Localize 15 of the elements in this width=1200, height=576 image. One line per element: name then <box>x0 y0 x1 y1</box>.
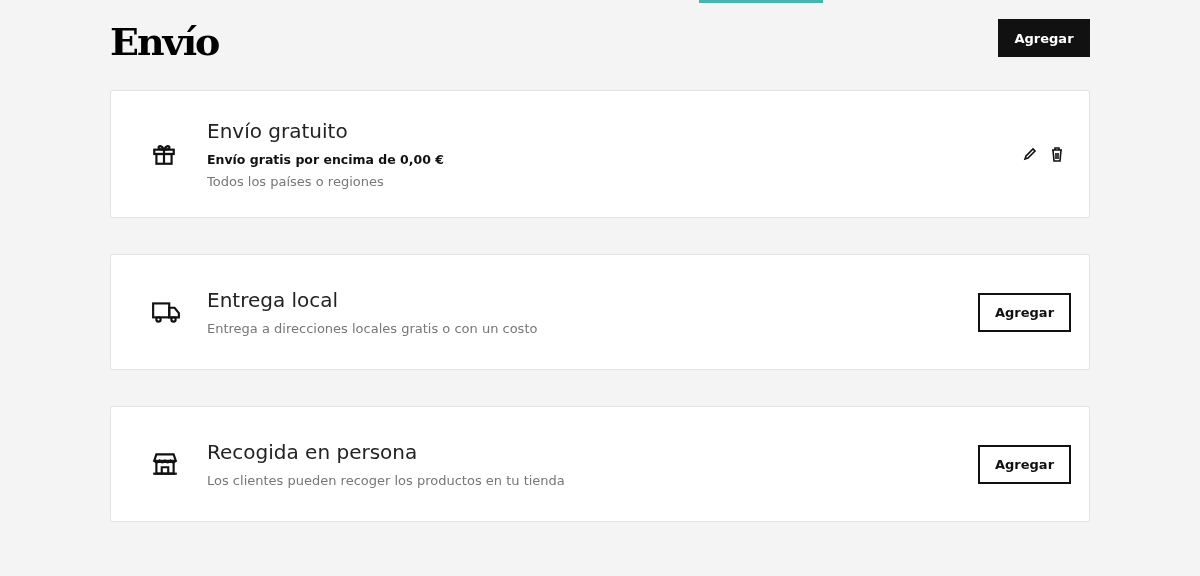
truck-icon <box>151 299 181 325</box>
add-button[interactable]: Agregar <box>978 292 1071 332</box>
delete-icon[interactable] <box>1051 146 1063 162</box>
method-title: Recogida en persona <box>207 439 419 466</box>
method-title: Envío gratuito <box>207 118 349 145</box>
add-button[interactable]: Agregar <box>978 444 1071 484</box>
page-title: Envío <box>110 19 219 65</box>
edit-icon[interactable] <box>1023 146 1037 161</box>
method-description: Los clientes pueden recoger los productos en tu tienda <box>207 472 566 490</box>
add-button[interactable]: Agregar <box>998 19 1090 57</box>
method-title: Entrega local <box>207 287 340 314</box>
method-description: Todos los países o regiones <box>207 173 385 191</box>
method-description: Entrega a direcciones locales gratis o con un costo <box>207 320 539 338</box>
storefront-icon <box>151 451 179 477</box>
method-detail: Envío gratis por encima de 0,00 € <box>207 151 445 169</box>
